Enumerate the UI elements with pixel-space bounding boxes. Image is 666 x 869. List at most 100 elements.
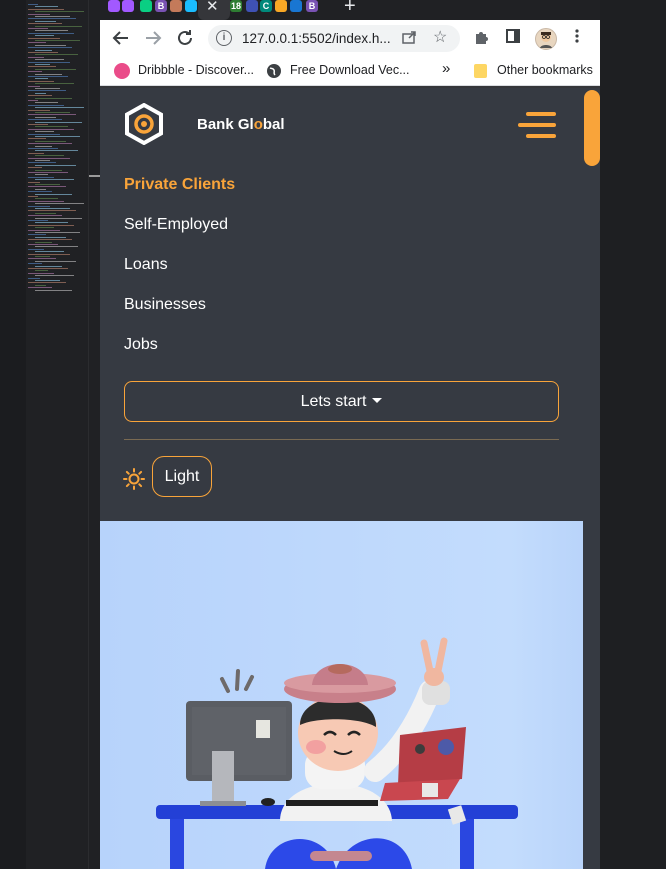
code-line bbox=[28, 176, 54, 178]
code-line bbox=[28, 138, 46, 140]
code-line bbox=[35, 64, 50, 65]
code-line bbox=[35, 198, 58, 200]
tab-icon[interactable] bbox=[275, 0, 287, 12]
page-scrollbar-thumb[interactable] bbox=[584, 90, 600, 166]
bookmark-dribbble[interactable]: Dribbble - Discover... bbox=[138, 63, 254, 77]
other-bookmarks[interactable]: Other bookmarks bbox=[497, 63, 593, 77]
code-line bbox=[35, 30, 68, 32]
hero-illustration bbox=[100, 521, 583, 869]
bootstrap-icon[interactable]: B bbox=[306, 0, 318, 12]
bootstrap-icon[interactable]: B bbox=[155, 0, 167, 12]
browser-window: B 18 C B ✕ + i 127.0.0.1:5502/index.h... ☆ bbox=[100, 0, 600, 869]
lets-start-dropdown-button[interactable]: Lets start bbox=[124, 381, 559, 422]
bookmarks-overflow-icon[interactable]: » bbox=[442, 60, 450, 77]
code-line bbox=[35, 164, 76, 166]
forward-arrow-icon[interactable] bbox=[141, 26, 165, 50]
bank-logo-icon[interactable] bbox=[124, 102, 164, 146]
c-icon[interactable]: C bbox=[260, 0, 272, 12]
number-icon[interactable]: 18 bbox=[230, 0, 242, 12]
lets-start-label: Lets start bbox=[300, 393, 367, 410]
nav-item-businesses[interactable]: Businesses bbox=[124, 296, 206, 314]
code-line bbox=[28, 95, 52, 97]
code-line bbox=[35, 265, 62, 267]
code-line bbox=[35, 145, 52, 147]
brand-prefix: Bank Gl bbox=[197, 116, 254, 133]
editor-divider bbox=[88, 0, 89, 869]
code-line bbox=[28, 148, 58, 149]
brand-name[interactable]: Bank Global bbox=[197, 116, 285, 133]
nav-item-jobs[interactable]: Jobs bbox=[124, 336, 158, 354]
code-line bbox=[35, 6, 58, 8]
brand-highlight: o bbox=[253, 116, 263, 133]
site-info-icon[interactable]: i bbox=[216, 30, 232, 46]
address-bar[interactable]: i 127.0.0.1:5502/index.h... ☆ bbox=[208, 25, 460, 52]
code-line bbox=[35, 25, 82, 27]
nav-item-private-clients[interactable]: Private Clients bbox=[124, 176, 235, 194]
code-line bbox=[35, 188, 46, 190]
code-line bbox=[28, 47, 72, 49]
code-line bbox=[28, 244, 58, 245]
code-line bbox=[35, 203, 84, 205]
code-line bbox=[28, 80, 54, 82]
brand-suffix: bal bbox=[262, 116, 285, 133]
bookmark-free-download[interactable]: Free Download Vec... bbox=[290, 63, 410, 77]
hamburger-menu-icon[interactable] bbox=[518, 112, 556, 138]
code-line bbox=[28, 229, 60, 231]
code-line bbox=[28, 28, 48, 29]
code-line bbox=[35, 184, 60, 185]
tab-icon[interactable] bbox=[290, 0, 302, 12]
code-line bbox=[28, 56, 44, 58]
theme-toggle-button[interactable]: Light bbox=[152, 456, 212, 497]
code-line bbox=[35, 11, 84, 13]
code-line bbox=[35, 54, 78, 56]
caret-down-icon bbox=[372, 398, 383, 404]
profile-avatar[interactable] bbox=[535, 28, 557, 50]
code-line bbox=[35, 126, 68, 128]
figma-icon[interactable] bbox=[122, 0, 134, 12]
editor-cursor-marker bbox=[89, 175, 100, 177]
code-line bbox=[28, 18, 76, 20]
reload-icon[interactable] bbox=[173, 26, 197, 50]
code-line bbox=[35, 131, 54, 133]
code-line bbox=[28, 272, 54, 274]
code-line bbox=[35, 140, 66, 142]
back-arrow-icon[interactable] bbox=[109, 26, 133, 50]
address-url[interactable]: 127.0.0.1:5502/index.h... bbox=[242, 31, 391, 46]
code-line bbox=[28, 85, 40, 87]
tab-icon[interactable] bbox=[246, 0, 258, 12]
code-line bbox=[35, 102, 58, 104]
code-line bbox=[35, 107, 84, 109]
sun-icon[interactable] bbox=[123, 468, 145, 490]
menu-kebab-icon[interactable] bbox=[567, 28, 587, 48]
figma-icon[interactable] bbox=[185, 0, 197, 12]
folder-icon bbox=[474, 64, 487, 78]
code-line bbox=[35, 246, 78, 248]
code-line bbox=[28, 104, 64, 106]
code-line bbox=[28, 143, 72, 145]
code-line bbox=[28, 119, 62, 121]
code-line bbox=[35, 179, 74, 181]
avatar-icon[interactable] bbox=[170, 0, 182, 12]
code-line bbox=[28, 167, 42, 169]
code-line bbox=[28, 172, 68, 173]
new-tab-button[interactable]: + bbox=[344, 0, 356, 18]
extensions-icon[interactable] bbox=[472, 28, 492, 48]
share-icon[interactable] bbox=[401, 29, 417, 48]
page-scroll-track bbox=[583, 521, 600, 869]
code-line bbox=[35, 16, 70, 17]
figma-icon[interactable] bbox=[140, 0, 152, 12]
side-panel-icon[interactable] bbox=[503, 28, 523, 48]
code-line bbox=[35, 208, 70, 209]
code-line bbox=[35, 256, 50, 257]
code-line bbox=[35, 44, 66, 46]
bookmark-star-icon[interactable]: ☆ bbox=[433, 27, 447, 47]
tab-close-icon[interactable]: ✕ bbox=[206, 0, 219, 15]
code-line bbox=[28, 109, 50, 111]
nav-item-loans[interactable]: Loans bbox=[124, 256, 168, 274]
globe-icon bbox=[266, 63, 282, 79]
bookmarks-bar: Dribbble - Discover... Free Download Vec… bbox=[100, 56, 600, 86]
figma-icon[interactable] bbox=[108, 0, 120, 12]
nav-item-self-employed[interactable]: Self-Employed bbox=[124, 216, 228, 234]
code-line bbox=[28, 61, 70, 63]
code-line bbox=[28, 239, 72, 241]
